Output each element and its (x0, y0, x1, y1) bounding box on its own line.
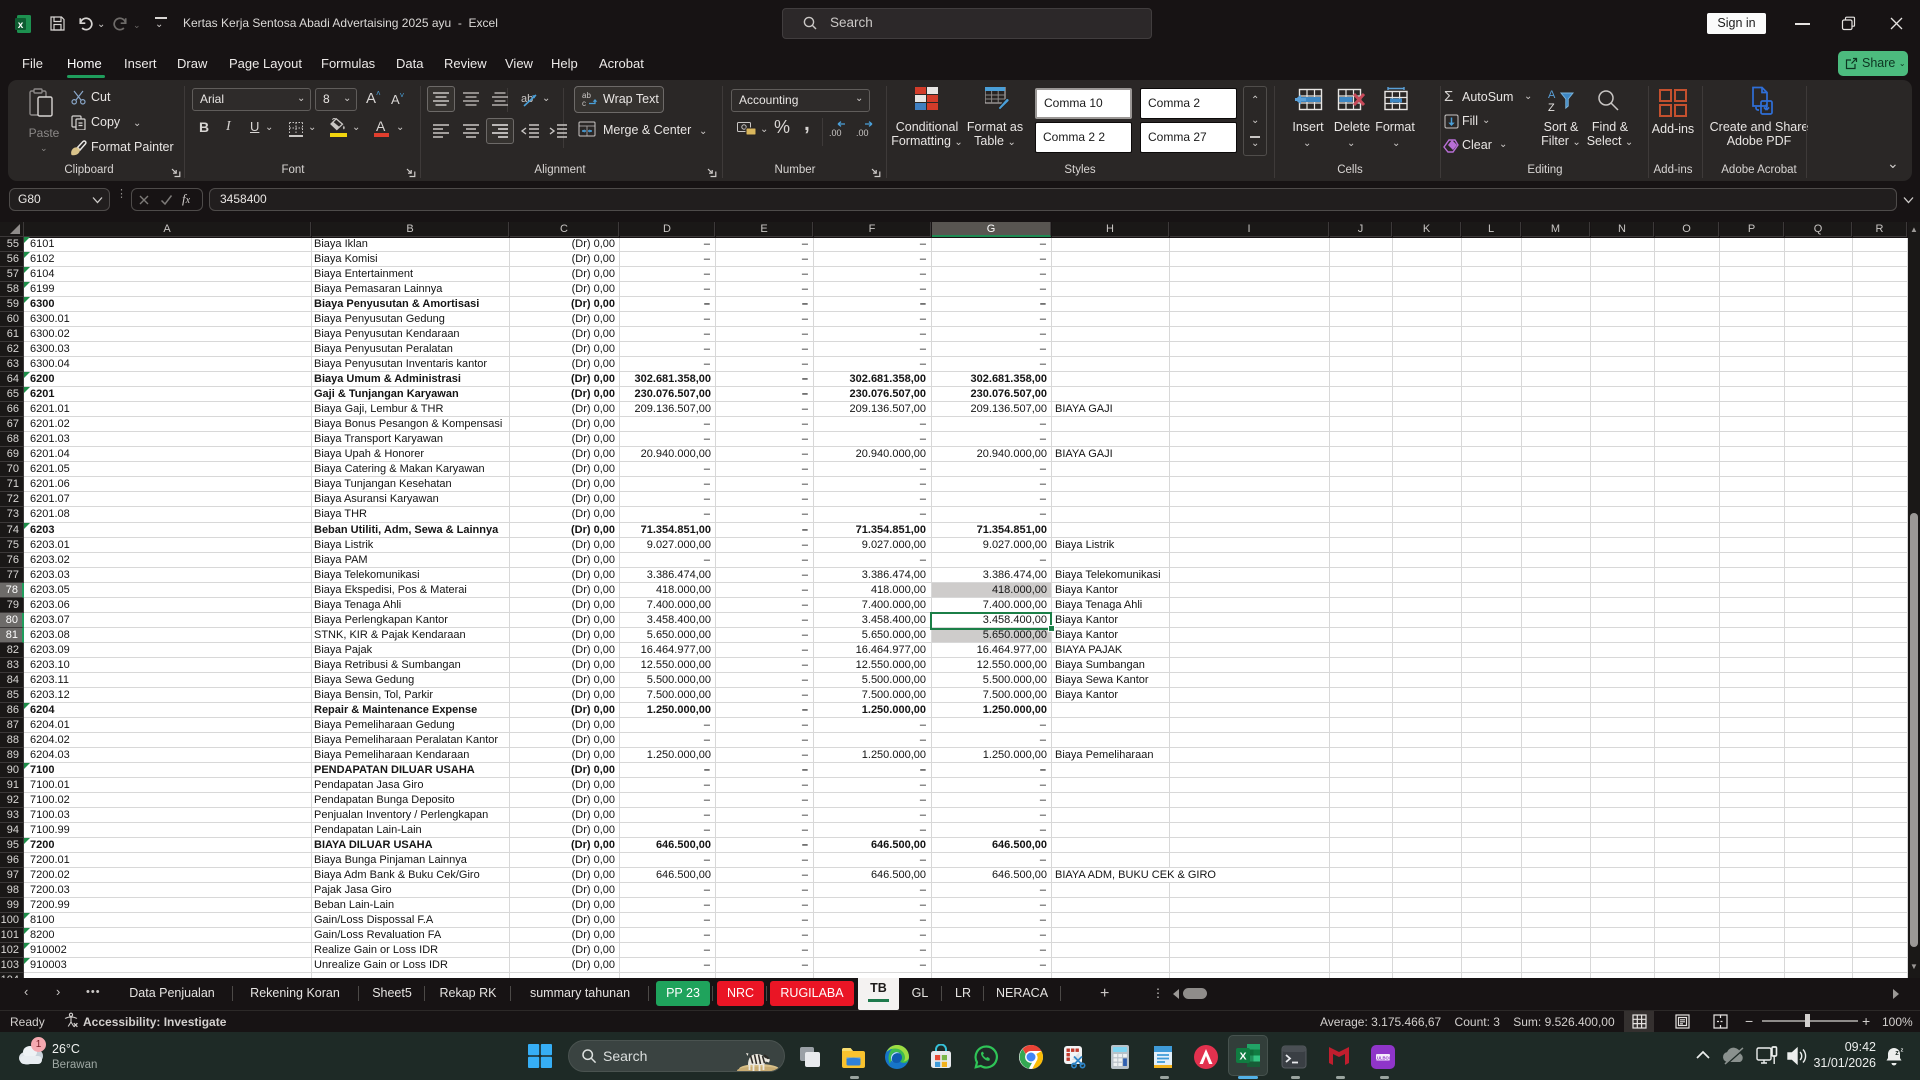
svg-text:LULBOX: LULBOX (1374, 1056, 1391, 1061)
svg-text:X: X (1239, 1051, 1246, 1063)
svg-text:.00: .00 (829, 128, 842, 137)
svg-text:c: c (582, 99, 586, 107)
svg-text:A: A (1548, 89, 1556, 101)
svg-text:z: z (1895, 1050, 1899, 1057)
svg-text:z: z (1901, 1047, 1904, 1053)
svg-text:Z: Z (1548, 102, 1555, 112)
svg-text:.00: .00 (856, 128, 869, 137)
svg-text:x: x (18, 20, 24, 31)
